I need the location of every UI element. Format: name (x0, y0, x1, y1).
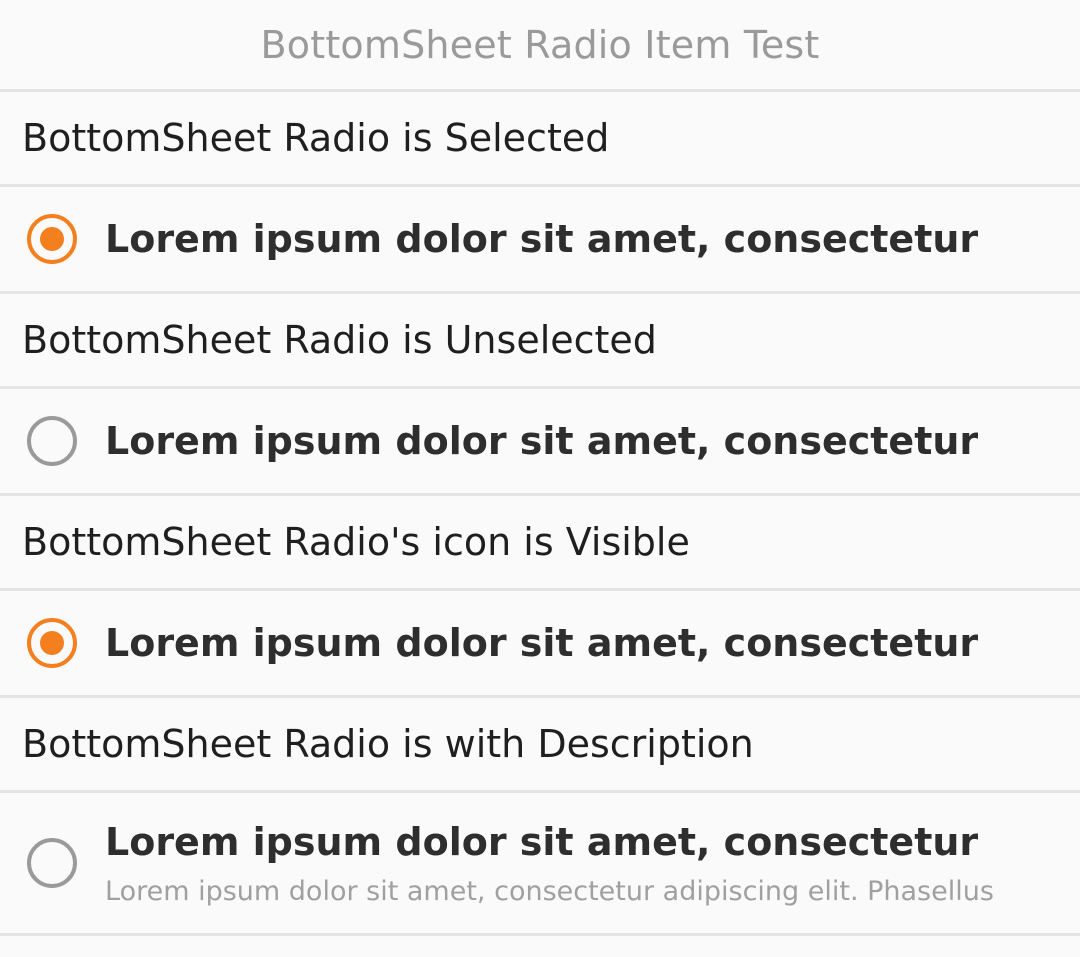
radio-item-unselected[interactable]: Lorem ipsum dolor sit amet, consectetur (0, 389, 1080, 496)
section-label-selected: BottomSheet Radio is Selected (0, 92, 1080, 187)
section-label-with-description: BottomSheet Radio is with Description (0, 698, 1080, 793)
radio-unselected-icon[interactable] (26, 415, 78, 467)
radio-item-description: Lorem ipsum dolor sit amet, consectetur … (105, 875, 994, 907)
page-title: BottomSheet Radio Item Test (260, 22, 820, 67)
section-label-unselected: BottomSheet Radio is Unselected (0, 294, 1080, 389)
section-label-text: BottomSheet Radio is Selected (22, 116, 610, 160)
radio-item-selected[interactable]: Lorem ipsum dolor sit amet, consectetur (0, 187, 1080, 294)
section-label-icon-visible: BottomSheet Radio's icon is Visible (0, 496, 1080, 591)
radio-item-title: Lorem ipsum dolor sit amet, consectetur (105, 217, 979, 261)
radio-unselected-icon[interactable] (26, 837, 78, 889)
app-header: BottomSheet Radio Item Test (0, 0, 1080, 92)
section-label-text: BottomSheet Radio is Unselected (22, 318, 657, 362)
section-label-text: BottomSheet Radio is with Description (22, 722, 754, 766)
radio-item-icon-visible[interactable]: Lorem ipsum dolor sit amet, consectetur (0, 591, 1080, 698)
section-label-text: BottomSheet Radio's icon is Visible (22, 520, 690, 564)
radio-item-with-description[interactable]: Lorem ipsum dolor sit amet, consectetur … (0, 793, 1080, 936)
radio-item-title: Lorem ipsum dolor sit amet, consectetur (105, 819, 979, 864)
radio-selected-icon[interactable] (26, 213, 78, 265)
radio-item-title: Lorem ipsum dolor sit amet, consectetur (105, 621, 979, 665)
radio-selected-icon[interactable] (26, 617, 78, 669)
radio-item-title: Lorem ipsum dolor sit amet, consectetur (105, 419, 979, 463)
